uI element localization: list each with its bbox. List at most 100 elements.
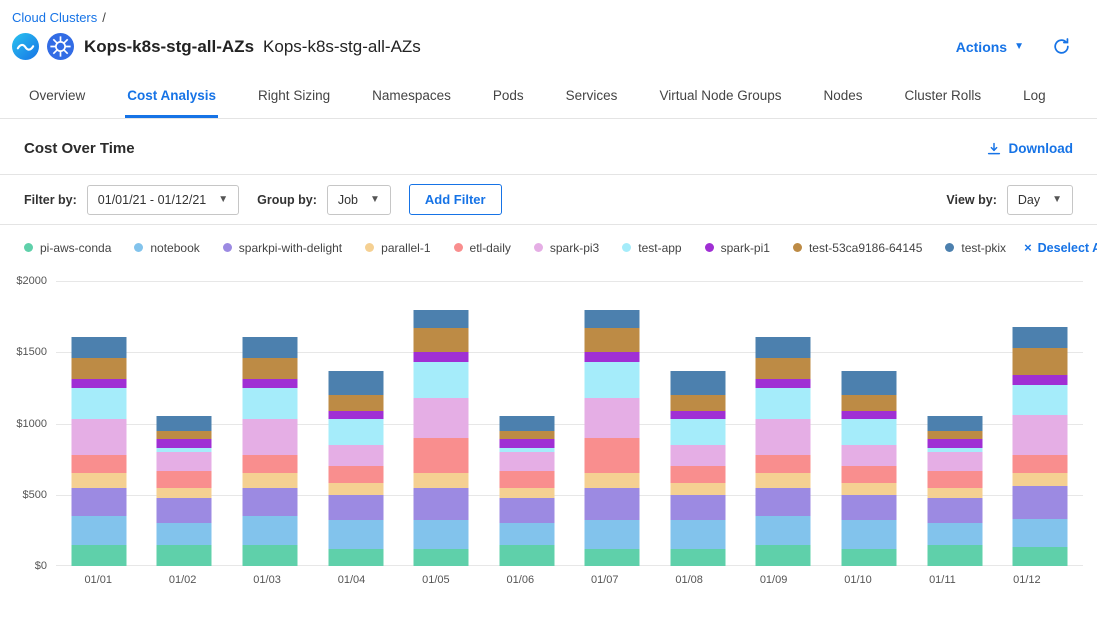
bar-segment-spark-pi3[interactable] [499,452,554,471]
bar-segment-parallel-1[interactable] [670,483,725,494]
refresh-icon[interactable] [1052,37,1071,56]
bar-segment-test-app[interactable] [585,362,640,398]
bar-segment-parallel-1[interactable] [414,473,469,487]
bar-segment-pi-aws-conda[interactable] [756,545,811,566]
bar-segment-pi-aws-conda[interactable] [1013,547,1068,566]
bar-segment-pi-aws-conda[interactable] [670,549,725,566]
bar-segment-sparkpi-with-delight[interactable] [1013,486,1068,519]
legend-item-pi-aws-conda[interactable]: pi-aws-conda [24,241,111,255]
bar-segment-pi-aws-conda[interactable] [927,545,982,566]
bar-segment-test-app[interactable] [841,419,896,445]
bar-segment-spark-pi1[interactable] [499,439,554,448]
bar-segment-spark-pi3[interactable] [242,419,297,455]
tab-namespaces[interactable]: Namespaces [370,72,453,118]
bar-segment-parallel-1[interactable] [756,473,811,487]
bar-segment-etl-daily[interactable] [756,455,811,474]
bar-segment-sparkpi-with-delight[interactable] [756,488,811,517]
bar-segment-parallel-1[interactable] [927,488,982,498]
bar-segment-test-app[interactable] [1013,385,1068,415]
bar-segment-etl-daily[interactable] [242,455,297,474]
legend-item-spark-pi3[interactable]: spark-pi3 [534,241,599,255]
bar-segment-test-53ca9186-64145[interactable] [414,328,469,352]
legend-item-test-pkix[interactable]: test-pkix [945,241,1006,255]
bar-01-02[interactable] [157,281,212,566]
bar-segment-notebook[interactable] [71,516,126,545]
bar-segment-spark-pi1[interactable] [414,352,469,362]
bar-segment-test-pkix[interactable] [157,416,212,430]
bar-segment-test-53ca9186-64145[interactable] [670,395,725,411]
tab-overview[interactable]: Overview [27,72,87,118]
bar-segment-test-pkix[interactable] [585,310,640,329]
tab-log[interactable]: Log [1021,72,1048,118]
bar-segment-test-53ca9186-64145[interactable] [71,358,126,379]
bar-segment-etl-daily[interactable] [841,466,896,483]
bar-01-04[interactable] [328,281,383,566]
actions-button[interactable]: Actions ▼ [956,39,1024,55]
bar-segment-test-pkix[interactable] [756,337,811,358]
bar-segment-notebook[interactable] [927,523,982,544]
bar-segment-parallel-1[interactable] [328,483,383,494]
bar-segment-notebook[interactable] [585,520,640,549]
bar-segment-pi-aws-conda[interactable] [585,549,640,566]
bar-segment-sparkpi-with-delight[interactable] [841,495,896,521]
bar-segment-etl-daily[interactable] [414,438,469,474]
bar-segment-notebook[interactable] [328,520,383,549]
bar-segment-spark-pi1[interactable] [841,411,896,420]
bar-segment-etl-daily[interactable] [157,471,212,488]
bar-segment-test-app[interactable] [328,419,383,445]
bar-01-03[interactable] [242,281,297,566]
bar-segment-spark-pi3[interactable] [585,398,640,438]
bar-segment-parallel-1[interactable] [1013,473,1068,486]
deselect-all-button[interactable]: × Deselect All [1024,240,1097,255]
bar-segment-parallel-1[interactable] [585,473,640,487]
legend-item-etl-daily[interactable]: etl-daily [454,241,511,255]
bar-segment-spark-pi3[interactable] [1013,415,1068,455]
download-button[interactable]: Download [986,141,1074,157]
add-filter-button[interactable]: Add Filter [409,184,502,215]
bar-segment-spark-pi3[interactable] [670,445,725,466]
group-by-select[interactable]: Job ▼ [327,185,391,215]
bar-01-08[interactable] [670,281,725,566]
bar-segment-pi-aws-conda[interactable] [841,549,896,566]
bar-segment-test-pkix[interactable] [927,416,982,430]
bar-segment-notebook[interactable] [157,523,212,544]
bar-segment-spark-pi1[interactable] [927,439,982,448]
bar-segment-test-53ca9186-64145[interactable] [157,431,212,440]
bar-segment-etl-daily[interactable] [328,466,383,483]
bar-segment-test-53ca9186-64145[interactable] [242,358,297,379]
legend-item-sparkpi-with-delight[interactable]: sparkpi-with-delight [223,241,342,255]
legend-item-test-app[interactable]: test-app [622,241,681,255]
bar-01-10[interactable] [841,281,896,566]
bar-segment-etl-daily[interactable] [670,466,725,483]
bar-segment-pi-aws-conda[interactable] [499,545,554,566]
bar-segment-spark-pi3[interactable] [841,445,896,466]
bar-segment-spark-pi1[interactable] [328,411,383,420]
bar-segment-sparkpi-with-delight[interactable] [328,495,383,521]
bar-segment-etl-daily[interactable] [927,471,982,488]
bar-segment-test-53ca9186-64145[interactable] [585,328,640,352]
legend-item-test-53ca9186-64145[interactable]: test-53ca9186-64145 [793,241,922,255]
bar-segment-spark-pi3[interactable] [328,445,383,466]
bar-segment-etl-daily[interactable] [585,438,640,474]
bar-segment-test-pkix[interactable] [841,371,896,395]
bar-segment-parallel-1[interactable] [157,488,212,498]
bar-segment-test-app[interactable] [242,388,297,419]
bar-segment-sparkpi-with-delight[interactable] [927,498,982,524]
date-range-select[interactable]: 01/01/21 - 01/12/21 ▼ [87,185,239,215]
bar-segment-spark-pi1[interactable] [1013,375,1068,385]
legend-item-spark-pi1[interactable]: spark-pi1 [705,241,770,255]
bar-segment-spark-pi1[interactable] [157,439,212,448]
bar-segment-notebook[interactable] [670,520,725,549]
bar-segment-sparkpi-with-delight[interactable] [499,498,554,524]
bar-segment-test-app[interactable] [71,388,126,419]
bar-segment-test-53ca9186-64145[interactable] [499,431,554,440]
bar-segment-spark-pi1[interactable] [585,352,640,362]
bar-segment-test-53ca9186-64145[interactable] [841,395,896,411]
bar-segment-parallel-1[interactable] [242,473,297,487]
bar-segment-test-pkix[interactable] [242,337,297,358]
bar-01-06[interactable] [499,281,554,566]
bar-segment-notebook[interactable] [242,516,297,545]
bar-segment-sparkpi-with-delight[interactable] [242,488,297,517]
tab-nodes[interactable]: Nodes [822,72,865,118]
bar-segment-spark-pi3[interactable] [157,452,212,471]
